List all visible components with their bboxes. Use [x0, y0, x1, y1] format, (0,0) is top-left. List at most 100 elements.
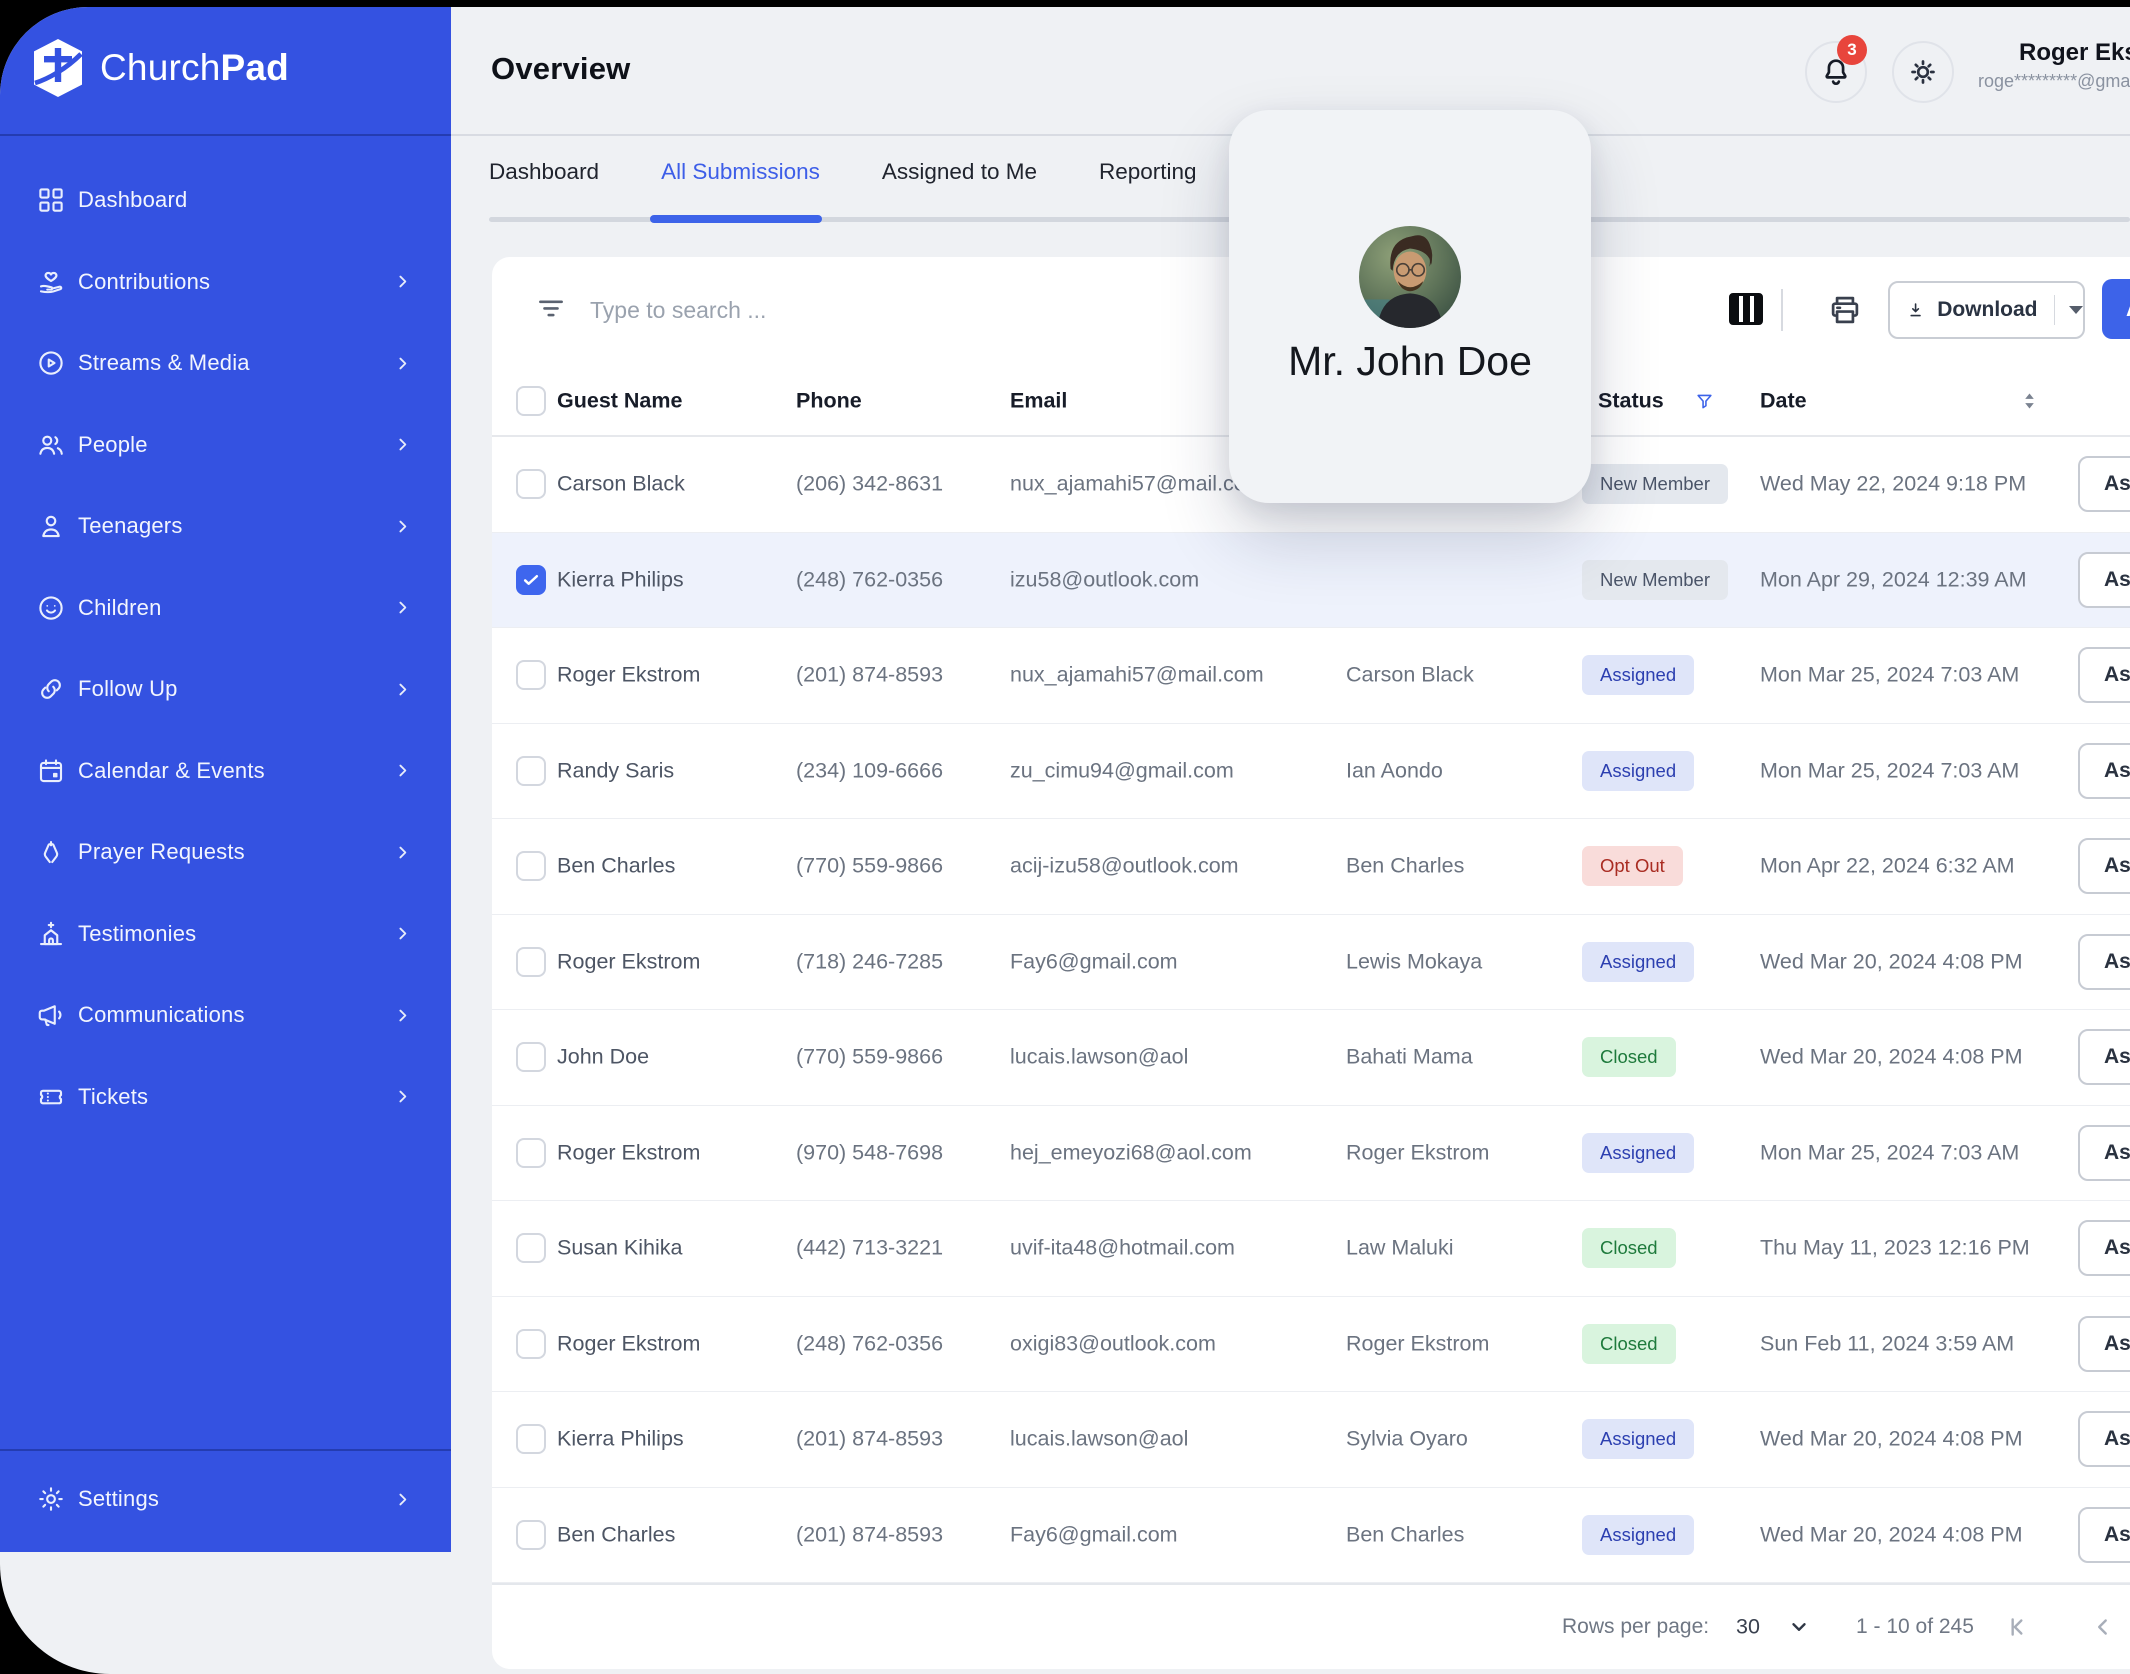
smiley-icon [36, 593, 66, 623]
table-row[interactable]: Kierra Philips(201) 874-8593lucais.lawso… [492, 1392, 2130, 1488]
row-checkbox[interactable] [516, 469, 546, 499]
columns-icon[interactable] [1729, 293, 1763, 325]
table-row[interactable]: Roger Ekstrom(718) 246-7285Fay6@gmail.co… [492, 915, 2130, 1011]
status-cell: Assigned [1582, 1515, 1694, 1555]
app-logo[interactable]: ChurchPad [30, 37, 289, 99]
row-assign-button[interactable]: Assign [2078, 1411, 2130, 1467]
pagination-range: 1 - 10 of 245 [1856, 1615, 1974, 1639]
row-checkbox[interactable] [516, 1042, 546, 1072]
guest-name-cell: Roger Ekstrom [557, 663, 700, 688]
assigned-to-cell: Roger Ekstrom [1346, 1331, 1489, 1356]
date-cell: Wed Mar 20, 2024 4:08 PM [1760, 1427, 2023, 1452]
row-assign-button[interactable]: Assign [2078, 647, 2130, 703]
row-checkbox[interactable] [516, 1520, 546, 1550]
user-menu[interactable]: Roger Ekstrom roge*********@gmail.com [2019, 39, 2130, 67]
status-cell: Closed [1582, 1228, 1676, 1268]
row-assign-button[interactable]: Assign [2078, 552, 2130, 608]
row-checkbox[interactable] [516, 1329, 546, 1359]
app-window: ChurchPad Dashboard Contributions Streams … [0, 7, 2130, 1674]
app-logo-text: ChurchPad [100, 47, 289, 89]
avatar [1359, 226, 1461, 328]
row-assign-button[interactable]: Assign [2078, 934, 2130, 990]
sidebar-item-testimonies[interactable]: Testimonies [0, 902, 451, 966]
status-filter-icon[interactable] [1695, 392, 1714, 411]
select-all-checkbox[interactable] [516, 386, 546, 416]
guest-name-cell: Ben Charles [557, 1522, 675, 1547]
row-assign-button[interactable]: Assign [2078, 1316, 2130, 1372]
row-assign-button[interactable]: Assign [2078, 456, 2130, 512]
sidebar-item-communications[interactable]: Communications [0, 983, 451, 1047]
row-checkbox[interactable] [516, 1424, 546, 1454]
tab-assigned-to-me[interactable]: Assigned to Me [882, 159, 1037, 185]
table-row[interactable]: Kierra Philips(248) 762-0356izu58@outloo… [492, 533, 2130, 629]
sidebar-item-calendar-events[interactable]: Calendar & Events [0, 739, 451, 803]
table-row[interactable]: John Doe(770) 559-9866lucais.lawson@aolB… [492, 1010, 2130, 1106]
notifications-button[interactable]: 3 [1805, 41, 1867, 103]
sidebar-item-label: Calendar & Events [78, 758, 265, 784]
tab-reporting[interactable]: Reporting [1099, 159, 1197, 185]
sidebar-item-prayer-requests[interactable]: Prayer Requests [0, 820, 451, 884]
assigned-to-cell: Carson Black [1346, 663, 1474, 688]
row-assign-button[interactable]: Assign [2078, 1507, 2130, 1563]
date-sort-icon[interactable] [2022, 391, 2037, 411]
status-cell: Assigned [1582, 1419, 1694, 1459]
table-row[interactable]: Susan Kihika(442) 713-3221uvif-ita48@hot… [492, 1201, 2130, 1297]
sidebar-item-streams-media[interactable]: Streams & Media [0, 331, 451, 395]
previous-page-button[interactable] [2090, 1614, 2116, 1640]
guest-name-cell: Randy Saris [557, 758, 674, 783]
column-header-email[interactable]: Email [1010, 389, 1067, 414]
sidebar-item-label: Communications [78, 1002, 245, 1028]
sidebar-item-contributions[interactable]: Contributions [0, 250, 451, 314]
search-input[interactable] [588, 283, 1152, 337]
table-row[interactable]: Roger Ekstrom(201) 874-8593nux_ajamahi57… [492, 628, 2130, 724]
row-checkbox[interactable] [516, 565, 546, 595]
sidebar-item-children[interactable]: Children [0, 576, 451, 640]
table-row[interactable]: Randy Saris(234) 109-6666zu_cimu94@gmail… [492, 724, 2130, 820]
sidebar-item-people[interactable]: People [0, 413, 451, 477]
table-row[interactable]: Roger Ekstrom(248) 762-0356oxigi83@outlo… [492, 1297, 2130, 1393]
sidebar-item-dashboard[interactable]: Dashboard [0, 168, 451, 232]
column-header-date[interactable]: Date [1760, 389, 1807, 414]
row-checkbox[interactable] [516, 1233, 546, 1263]
chevron-right-icon [394, 1007, 411, 1024]
row-checkbox[interactable] [516, 660, 546, 690]
tab-all-submissions[interactable]: All Submissions [661, 159, 820, 185]
column-header-guest-name[interactable]: Guest Name [557, 389, 682, 414]
add-button[interactable]: Add [2102, 279, 2130, 339]
first-page-button[interactable] [2004, 1614, 2030, 1640]
column-header-phone[interactable]: Phone [796, 389, 862, 414]
guest-name-cell: Roger Ekstrom [557, 1331, 700, 1356]
sidebar-item-tickets[interactable]: Tickets [0, 1065, 451, 1129]
rows-per-page-caret-icon[interactable] [1788, 1616, 1810, 1638]
sidebar-item-label: Settings [78, 1486, 159, 1512]
status-badge: Closed [1582, 1037, 1676, 1077]
rows-per-page-value[interactable]: 30 [1736, 1615, 1760, 1640]
row-assign-button[interactable]: Assign [2078, 1029, 2130, 1085]
row-checkbox[interactable] [516, 756, 546, 786]
download-caret-icon[interactable] [2069, 306, 2083, 314]
row-checkbox[interactable] [516, 947, 546, 977]
row-checkbox[interactable] [516, 851, 546, 881]
sidebar-item-teenagers[interactable]: Teenagers [0, 494, 451, 558]
guest-name-cell: John Doe [557, 1045, 649, 1070]
sidebar-item-settings[interactable]: Settings [0, 1467, 451, 1531]
print-button[interactable] [1826, 291, 1864, 334]
table-row[interactable]: Ben Charles(201) 874-8593Fay6@gmail.comB… [492, 1488, 2130, 1584]
row-assign-button[interactable]: Assign [2078, 743, 2130, 799]
guest-name-cell: Kierra Philips [557, 1427, 684, 1452]
download-button[interactable]: Download [1888, 281, 2085, 339]
guest-name-cell: Roger Ekstrom [557, 1140, 700, 1165]
row-assign-button[interactable]: Assign [2078, 1125, 2130, 1181]
theme-toggle-button[interactable] [1892, 41, 1954, 103]
assigned-to-cell: Law Maluki [1346, 1236, 1454, 1261]
date-cell: Thu May 11, 2023 12:16 PM [1760, 1236, 2030, 1261]
tab-dashboard[interactable]: Dashboard [489, 159, 599, 185]
table-row[interactable]: Ben Charles(770) 559-9866acij-izu58@outl… [492, 819, 2130, 915]
row-assign-button[interactable]: Assign [2078, 838, 2130, 894]
table-row[interactable]: Roger Ekstrom(970) 548-7698hej_emeyozi68… [492, 1106, 2130, 1202]
sidebar-item-follow-up[interactable]: Follow Up [0, 657, 451, 721]
sidebar-item-label: Testimonies [78, 921, 196, 947]
column-header-status[interactable]: Status [1598, 389, 1664, 414]
row-checkbox[interactable] [516, 1138, 546, 1168]
row-assign-button[interactable]: Assign [2078, 1220, 2130, 1276]
